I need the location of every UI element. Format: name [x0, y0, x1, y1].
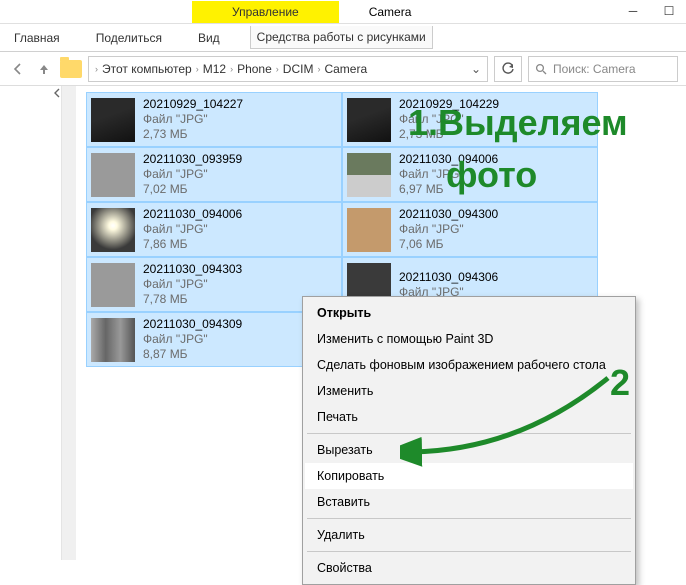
ctx-properties[interactable]: Свойства — [305, 555, 633, 581]
file-size: 7,06 МБ — [399, 237, 498, 252]
breadcrumb-item[interactable]: DCIM — [283, 62, 314, 76]
up-button[interactable] — [34, 59, 54, 79]
file-name: 20211030_094006 — [143, 207, 242, 222]
navigation-pane[interactable] — [0, 86, 62, 560]
chevron-right-icon: › — [230, 64, 233, 74]
tab-share[interactable]: Поделиться — [90, 27, 168, 49]
file-thumbnail — [91, 318, 135, 362]
file-meta: 20211030_094306Файл "JPG" — [399, 270, 498, 300]
title-bar: Управление Camera ─ ☐ — [0, 0, 686, 24]
file-thumbnail — [91, 98, 135, 142]
tab-home[interactable]: Главная — [8, 27, 66, 49]
file-name: 20211030_094300 — [399, 207, 498, 222]
file-meta: 20210929_104229Файл "JPG"2,73 МБ — [399, 97, 499, 142]
chevron-right-icon: › — [95, 64, 98, 74]
file-type: Файл "JPG" — [143, 112, 243, 127]
address-bar-row: › Этот компьютер › M12 › Phone › DCIM › … — [0, 52, 686, 86]
file-type: Файл "JPG" — [143, 167, 242, 182]
chevron-right-icon: › — [196, 64, 199, 74]
file-meta: 20211030_094309Файл "JPG"8,87 МБ — [143, 317, 242, 362]
file-meta: 20211030_094006Файл "JPG"7,86 МБ — [143, 207, 242, 252]
separator — [307, 433, 631, 434]
file-item[interactable]: 20211030_094300Файл "JPG"7,06 МБ — [342, 202, 598, 257]
file-size: 7,02 МБ — [143, 182, 242, 197]
file-type: Файл "JPG" — [143, 277, 242, 292]
search-icon — [535, 63, 547, 75]
file-size: 8,87 МБ — [143, 347, 242, 362]
back-button[interactable] — [8, 59, 28, 79]
chevron-right-icon: › — [317, 64, 320, 74]
file-name: 20210929_104227 — [143, 97, 243, 112]
file-thumbnail — [91, 263, 135, 307]
refresh-button[interactable] — [494, 56, 522, 82]
file-thumbnail — [91, 153, 135, 197]
file-thumbnail — [91, 208, 135, 252]
file-meta: 20211030_093959Файл "JPG"7,02 МБ — [143, 152, 242, 197]
file-item[interactable]: 20211030_093959Файл "JPG"7,02 МБ — [86, 147, 342, 202]
file-name: 20211030_094006 — [399, 152, 498, 167]
file-name: 20211030_094309 — [143, 317, 242, 332]
file-name: 20211030_094303 — [143, 262, 242, 277]
file-type: Файл "JPG" — [399, 222, 498, 237]
tab-view[interactable]: Вид — [192, 27, 226, 49]
file-size: 2,73 МБ — [399, 127, 499, 142]
file-meta: 20211030_094006Файл "JPG"6,97 МБ — [399, 152, 498, 197]
separator — [307, 551, 631, 552]
minimize-button[interactable]: ─ — [624, 2, 642, 20]
ctx-edit[interactable]: Изменить — [305, 378, 633, 404]
ctx-paste[interactable]: Вставить — [305, 489, 633, 515]
file-name: 20211030_093959 — [143, 152, 242, 167]
chevron-down-icon[interactable]: ⌄ — [471, 62, 481, 76]
file-size: 6,97 МБ — [399, 182, 498, 197]
maximize-button[interactable]: ☐ — [660, 2, 678, 20]
file-item[interactable]: 20210929_104227Файл "JPG"2,73 МБ — [86, 92, 342, 147]
nav-collapse-handle[interactable] — [53, 86, 61, 560]
breadcrumb-item[interactable]: Phone — [237, 62, 272, 76]
ctx-delete[interactable]: Удалить — [305, 522, 633, 548]
breadcrumb-item[interactable]: Этот компьютер — [102, 62, 192, 76]
ribbon-tabs: Главная Поделиться Вид Средства работы с… — [0, 24, 686, 52]
tab-picture-tools[interactable]: Средства работы с рисунками — [250, 26, 433, 49]
chevron-right-icon: › — [276, 64, 279, 74]
file-item[interactable]: 20211030_094006Файл "JPG"6,97 МБ — [342, 147, 598, 202]
manage-context-tab[interactable]: Управление — [192, 1, 339, 23]
file-name: 20210929_104229 — [399, 97, 499, 112]
file-type: Файл "JPG" — [399, 112, 499, 127]
file-item[interactable]: 20211030_094006Файл "JPG"7,86 МБ — [86, 202, 342, 257]
search-input[interactable]: Поиск: Camera — [528, 56, 678, 82]
file-meta: 20211030_094303Файл "JPG"7,78 МБ — [143, 262, 242, 307]
file-size: 2,73 МБ — [143, 127, 243, 142]
ctx-open[interactable]: Открыть — [305, 300, 633, 326]
ctx-print[interactable]: Печать — [305, 404, 633, 430]
separator — [307, 518, 631, 519]
file-type: Файл "JPG" — [143, 332, 242, 347]
ctx-cut[interactable]: Вырезать — [305, 437, 633, 463]
ctx-copy[interactable]: Копировать — [305, 463, 633, 489]
file-thumbnail — [347, 153, 391, 197]
ctx-set-wallpaper[interactable]: Сделать фоновым изображением рабочего ст… — [305, 352, 633, 378]
file-item[interactable]: 20210929_104229Файл "JPG"2,73 МБ — [342, 92, 598, 147]
breadcrumb-item[interactable]: M12 — [203, 62, 226, 76]
file-thumbnail — [347, 208, 391, 252]
folder-icon — [60, 60, 82, 78]
file-meta: 20210929_104227Файл "JPG"2,73 МБ — [143, 97, 243, 142]
context-menu: Открыть Изменить с помощью Paint 3D Сдел… — [302, 296, 636, 585]
file-size: 7,86 МБ — [143, 237, 242, 252]
file-size: 7,78 МБ — [143, 292, 242, 307]
window-title: Camera — [369, 5, 412, 19]
file-meta: 20211030_094300Файл "JPG"7,06 МБ — [399, 207, 498, 252]
ctx-edit-paint3d[interactable]: Изменить с помощью Paint 3D — [305, 326, 633, 352]
breadcrumb[interactable]: › Этот компьютер › M12 › Phone › DCIM › … — [88, 56, 488, 82]
file-thumbnail — [347, 98, 391, 142]
file-name: 20211030_094306 — [399, 270, 498, 285]
file-type: Файл "JPG" — [143, 222, 242, 237]
nav-scrollbar[interactable] — [62, 86, 76, 560]
breadcrumb-item[interactable]: Camera — [324, 62, 367, 76]
file-type: Файл "JPG" — [399, 167, 498, 182]
search-placeholder: Поиск: Camera — [553, 62, 636, 76]
